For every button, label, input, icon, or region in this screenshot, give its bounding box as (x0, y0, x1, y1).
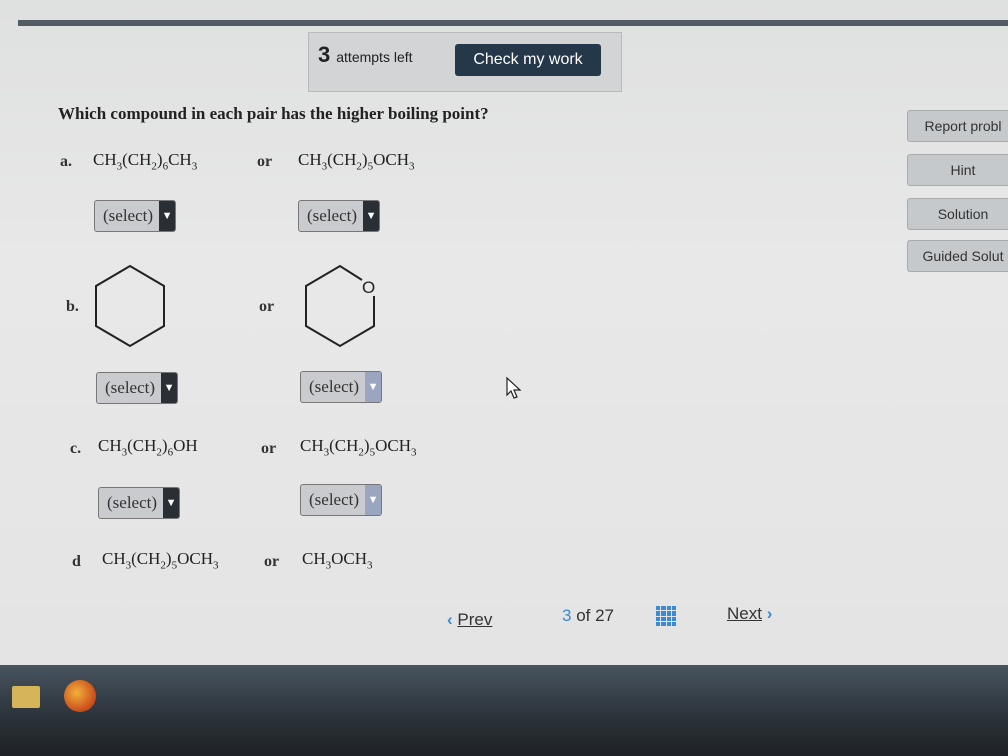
dropdown-arrow-icon: ▼ (161, 373, 178, 403)
tetrahydropyran-structure: O (305, 264, 375, 348)
mouse-cursor-icon (506, 376, 522, 399)
chevron-right-icon: › (766, 604, 773, 623)
item-a-right-select[interactable]: (select) ▼ (298, 200, 381, 232)
grid-icon[interactable] (656, 606, 676, 626)
attempts-indicator: 3 attempts left (318, 42, 413, 72)
ring-oxygen-label: O (362, 278, 375, 297)
page-indicator: 3 of 27 (562, 606, 615, 625)
check-my-work-button[interactable]: Check my work (455, 44, 601, 76)
item-c-left-select[interactable]: (select) ▼ (98, 487, 181, 519)
hint-button[interactable]: Hint (907, 154, 1008, 186)
solution-button[interactable]: Solution (907, 198, 1008, 230)
attempts-label: attempts left (336, 49, 413, 65)
dropdown-arrow-icon: ▼ (365, 485, 382, 515)
item-a-left-formula: CH3(CH2)6CH3 (93, 150, 198, 173)
screen: 3 attempts left Check my work Which comp… (0, 0, 1008, 665)
item-c-left-formula: CH3(CH2)6OH (98, 436, 198, 459)
firefox-icon[interactable] (64, 680, 96, 712)
item-c-or: or (261, 440, 277, 457)
top-divider (18, 20, 1008, 26)
dropdown-arrow-icon: ▼ (163, 488, 180, 518)
folder-icon[interactable] (12, 686, 40, 708)
item-b-right-select[interactable]: (select) ▼ (300, 371, 383, 403)
item-a-or: or (257, 153, 273, 170)
dropdown-arrow-icon: ▼ (363, 201, 380, 231)
attempts-count: 3 (318, 42, 331, 67)
item-a-label: a. (60, 153, 72, 170)
item-a-right-formula: CH3(CH2)5OCH3 (298, 150, 415, 173)
dropdown-arrow-icon: ▼ (159, 201, 176, 231)
item-b-or: or (259, 298, 275, 315)
item-a-left-select[interactable]: (select) ▼ (94, 200, 177, 232)
item-c-right-formula: CH3(CH2)5OCH3 (300, 436, 417, 459)
chevron-left-icon: ‹ (447, 610, 453, 629)
guided-solution-button[interactable]: Guided Solut (907, 240, 1008, 272)
report-problem-button[interactable]: Report probl (907, 110, 1008, 142)
dropdown-arrow-icon: ▼ (365, 372, 382, 402)
question-text: Which compound in each pair has the high… (58, 104, 489, 123)
item-b-left-select[interactable]: (select) ▼ (96, 372, 179, 404)
item-d-or: or (264, 553, 280, 570)
item-d-label: d (72, 553, 81, 570)
item-d-left-formula: CH3(CH2)5OCH3 (102, 549, 219, 572)
item-c-label: c. (70, 440, 82, 457)
cyclohexane-structure (95, 264, 165, 348)
item-d-right-formula: CH3OCH3 (302, 549, 373, 572)
taskbar (0, 665, 1008, 756)
next-button[interactable]: Next › (727, 604, 772, 624)
prev-button[interactable]: ‹ Prev (447, 610, 492, 630)
item-b-label: b. (66, 298, 79, 315)
item-c-right-select[interactable]: (select) ▼ (300, 484, 383, 516)
